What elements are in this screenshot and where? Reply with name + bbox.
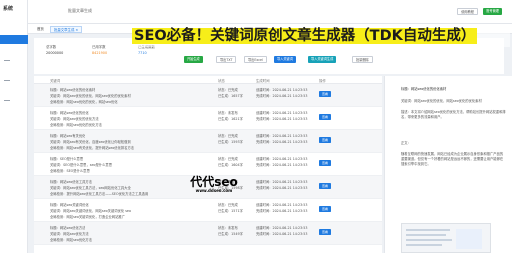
row-finished-time: 完成时间：2024-06-21 14:23:53 bbox=[256, 140, 308, 144]
row-title: 标题：网站seo优化方法 bbox=[50, 226, 86, 230]
row-created-time: 创建时间：2024-06-21 14:23:53 bbox=[256, 226, 308, 230]
row-keywords: 关键词：网站seo优化工具方法，seo网站优化工具大全 bbox=[50, 186, 131, 190]
row-created-time: 创建时间：2024-06-21 14:23:53 bbox=[256, 111, 308, 115]
row-chars: 已生成：1604字 bbox=[218, 163, 243, 167]
top-bar: 批量文章生成 使用教程 账号管理 bbox=[28, 0, 512, 24]
stat-total-chars: 总字数 20000000 bbox=[46, 45, 64, 55]
row-finished-time: 完成时间：2024-06-21 14:23:53 bbox=[256, 94, 308, 98]
row-chars: 已生成：1593字 bbox=[218, 140, 243, 144]
row-title: 标题：SEO是什么意思 bbox=[50, 157, 84, 161]
view-button[interactable]: 查看 bbox=[319, 229, 331, 235]
row-created-time: 创建时间：2024-06-21 14:23:53 bbox=[256, 180, 308, 184]
row-chars: 已生成：1549字 bbox=[218, 232, 243, 236]
row-check: 全局检测：网站seo优化的优化，网站seo优化 bbox=[50, 100, 118, 104]
view-button[interactable]: 查看 bbox=[319, 160, 331, 166]
row-title: 标题：网站seo优化的优化素材 bbox=[50, 88, 96, 92]
row-keywords: 关键词：网站seo优化的优化方法 bbox=[50, 117, 99, 121]
stat-used-chars: 已用字数 8421900 bbox=[92, 45, 108, 55]
row-check: 全局检测：提升网站seo优化工具方法——SEO优化方法之工具选用 bbox=[50, 192, 149, 196]
row-keywords: 关键词：网站seo优化方法 bbox=[50, 232, 89, 236]
row-check: 全局检测：网站seo优化的优化方法 bbox=[50, 123, 102, 127]
view-button[interactable]: 查看 bbox=[319, 114, 331, 120]
row-finished-time: 完成时间：2024-06-21 14:23:53 bbox=[256, 117, 308, 121]
view-button[interactable]: 查看 bbox=[319, 206, 331, 212]
tab-batch-article[interactable]: 批量文章生成 × bbox=[50, 26, 83, 33]
preview-panel: 标题：网站seo优化的优化素材 关键词：网站seo优化的优化，网站seo优化的优… bbox=[384, 76, 512, 253]
row-created-time: 创建时间：2024-06-21 14:23:53 bbox=[256, 157, 308, 161]
tab-home[interactable]: 首页 bbox=[34, 26, 47, 33]
start-generate-button[interactable]: 开始生成 bbox=[184, 56, 203, 63]
batch-delete-button[interactable]: 批量删除 bbox=[352, 56, 373, 63]
account-button[interactable]: 账号管理 bbox=[483, 8, 502, 15]
promo-banner: SEO必备！关键词原创文章生成器（TDK自动生成） bbox=[132, 25, 510, 47]
row-chars: 已生成：1571字 bbox=[218, 209, 243, 213]
view-button[interactable]: 查看 bbox=[319, 183, 331, 189]
watermark-main: 代代seo bbox=[190, 175, 238, 189]
row-created-time: 创建时间：2024-06-21 14:23:53 bbox=[256, 88, 308, 92]
col-time: 生成时间 bbox=[256, 79, 270, 83]
sidebar-item-2[interactable] bbox=[4, 80, 10, 82]
help-button[interactable]: 使用教程 bbox=[457, 8, 478, 15]
table-row: 标题：网站seo优化的优化关键词：网站seo优化的优化方法 全局检测：网站seo优… bbox=[34, 107, 382, 130]
col-keywords: 关键词 bbox=[50, 79, 61, 83]
row-finished-time: 完成时间：2024-06-21 14:23:53 bbox=[256, 186, 308, 190]
article-table: 关键词 状态 生成时间 操作 标题：网站seo优化的优化素材 关键词：网站seo优… bbox=[34, 76, 382, 253]
table-row: 标题：SEO是什么意思关键词：SEO是什么意思，seo是什么意思 全局检测：SEO… bbox=[34, 153, 382, 176]
view-button[interactable]: 查看 bbox=[319, 91, 331, 97]
row-check: 全局检测：网站seo优化方法 bbox=[50, 238, 93, 242]
row-created-time: 创建时间：2024-06-21 14:23:53 bbox=[256, 134, 308, 138]
table-row: 标题：网站seo优化方法 关键词：网站seo优化方法 全局检测：网站seo优化方法 状… bbox=[34, 222, 382, 245]
sidebar-item-3[interactable] bbox=[4, 100, 10, 102]
row-finished-time: 完成时间：2024-06-21 14:23:53 bbox=[256, 209, 308, 213]
sidebar-item-1[interactable] bbox=[4, 60, 10, 62]
col-actions: 操作 bbox=[319, 79, 326, 83]
row-check: 全局检测：网站seo关键词优化，打造企业网站推广 bbox=[50, 215, 125, 219]
table-row: 标题：网站seo有关优化关键词：网站seo有关优化，百度seo优化让你轻松做到全… bbox=[34, 130, 382, 153]
preview-body-label: 正文： bbox=[401, 141, 411, 145]
view-button[interactable]: 查看 bbox=[319, 137, 331, 143]
col-status: 状态 bbox=[218, 79, 225, 83]
row-title: 标题：网站seo优化工具方法 bbox=[50, 180, 93, 184]
table-header: 关键词 状态 生成时间 操作 bbox=[34, 76, 382, 84]
row-title: 标题：网站seo有关优化 bbox=[50, 134, 86, 138]
row-status: 状态：未发布 bbox=[218, 111, 238, 115]
row-keywords: 关键词：网站seo有关优化，百度seo优化让你轻松做到 bbox=[50, 140, 131, 144]
row-status: 状态：已完成 bbox=[218, 134, 238, 138]
row-finished-time: 完成时间：2024-06-21 14:23:53 bbox=[256, 232, 308, 236]
row-keywords: 关键词：SEO是什么意思，seo是什么意思 bbox=[50, 163, 112, 167]
export-excel-button[interactable]: 导出Excel bbox=[244, 56, 267, 63]
row-title: 标题：网站seo关键词优化 bbox=[50, 203, 89, 207]
row-status: 状态：未发布 bbox=[218, 226, 238, 230]
row-chars: 已生成：1621字 bbox=[218, 117, 243, 121]
import-keywords-button[interactable]: 导入关键词 bbox=[274, 56, 296, 63]
promo-banner-text: SEO必备！关键词原创文章生成器（TDK自动生成） bbox=[132, 28, 478, 44]
preview-title: 标题：网站seo优化的优化素材 bbox=[401, 87, 447, 91]
preview-body: 随着互联网的快速发展，网站已经成为企业展示自身形象和推广产品的重要渠道。但仅有一… bbox=[401, 152, 504, 166]
preview-keywords: 关键词：网站seo优化的优化，网站seo优化的优化素材 bbox=[401, 99, 482, 103]
row-finished-time: 完成时间：2024-06-21 14:23:53 bbox=[256, 163, 308, 167]
sidebar-brand: 系统 bbox=[3, 6, 14, 12]
table-row: 标题：网站seo关键词优化关键词：网站seo关键词优化，网站seo关键词优化 s… bbox=[34, 199, 382, 222]
watermark: 代代seo www.ddseo.com bbox=[183, 176, 245, 193]
row-keywords: 关键词：网站seo关键词优化，网站seo关键词优化 seo bbox=[50, 209, 131, 213]
export-txt-button[interactable]: 导出TXT bbox=[216, 56, 237, 63]
sidebar-item-active[interactable] bbox=[0, 35, 28, 44]
row-status: 状态：已完成 bbox=[218, 88, 238, 92]
sidebar: 系统 bbox=[0, 0, 28, 253]
row-check: 全局检测：网站seo有关优化，提升网站seo优化排名方法 bbox=[50, 146, 135, 150]
row-created-time: 创建时间：2024-06-21 14:23:53 bbox=[256, 203, 308, 207]
row-chars: 已生成：1657字 bbox=[218, 94, 243, 98]
row-check: 全局检测：SEO是什么意思 bbox=[50, 169, 90, 173]
row-title: 标题：网站seo优化的优化 bbox=[50, 111, 89, 115]
preview-description: 描述：本文将介绍网站seo优化的优化方法，帮助站长提升网站权重和排名，带来更多的… bbox=[401, 110, 506, 119]
row-keywords: 关键词：网站seo优化的优化，网站seo优化的优化素材 bbox=[50, 94, 131, 98]
preview-image bbox=[401, 223, 491, 253]
row-status: 状态：已完成 bbox=[218, 157, 238, 161]
import-generate-button[interactable]: 导入关键词生成 bbox=[308, 56, 337, 63]
menu-title: 批量文章生成 bbox=[68, 8, 92, 13]
row-status: 状态：已完成 bbox=[218, 203, 238, 207]
table-row: 标题：网站seo优化的优化素材关键词：网站seo优化的优化，网站seo优化的优化… bbox=[34, 84, 382, 107]
